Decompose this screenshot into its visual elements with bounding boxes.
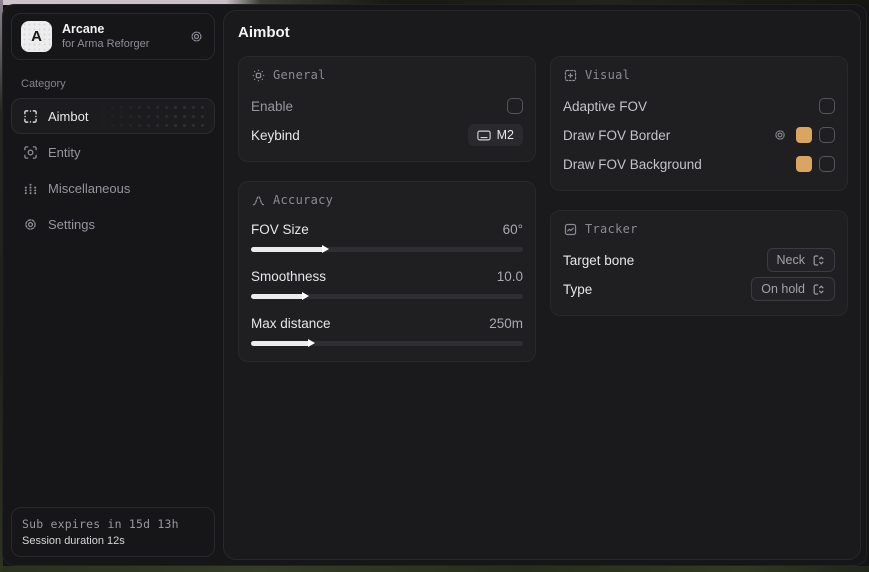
fov-size-label: FOV Size [251, 222, 309, 237]
accuracy-card: Accuracy FOV Size 60° Smoothness [238, 181, 536, 362]
focus-frame-icon [251, 68, 265, 82]
game-background-bottom [0, 566, 869, 572]
profile-gear-icon[interactable] [187, 28, 205, 46]
sidebar-item-label: Miscellaneous [48, 181, 130, 196]
category-label: Category [21, 78, 205, 90]
adaptive-fov-checkbox[interactable] [819, 98, 835, 114]
app-subtitle: for Arma Reforger [62, 37, 177, 51]
dots-grid-icon [22, 180, 38, 196]
adaptive-fov-row: Adaptive FOV [563, 93, 835, 119]
chevron-up-down-icon [812, 254, 825, 267]
sidebar: A Arcane for Arma Reforger Category [3, 5, 223, 565]
session-duration-text: Session duration 12s [22, 535, 204, 547]
draw-fov-background-row: Draw FOV Background [563, 151, 835, 177]
fov-size-slider[interactable] [251, 247, 523, 252]
keybind-value: M2 [497, 128, 514, 142]
page-title: Aimbot [238, 24, 848, 41]
fov-border-color-swatch[interactable] [796, 127, 812, 143]
gear-icon [22, 216, 38, 232]
draw-fov-border-checkbox[interactable] [819, 127, 835, 143]
left-column: General Enable Keybind [238, 56, 536, 362]
profile-text: Arcane for Arma Reforger [62, 22, 177, 51]
tracker-card: Tracker Target bone Neck [550, 210, 848, 316]
type-select[interactable]: On hold [751, 277, 835, 301]
smoothness-value: 10.0 [497, 269, 523, 284]
target-bone-value: Neck [777, 253, 805, 267]
general-card: General Enable Keybind [238, 56, 536, 162]
adaptive-fov-label: Adaptive FOV [563, 99, 647, 114]
smoothness-label: Smoothness [251, 269, 326, 284]
type-value: On hold [761, 282, 805, 296]
app-logo: A [21, 21, 52, 52]
sidebar-item-miscellaneous[interactable]: Miscellaneous [11, 170, 215, 206]
draw-fov-background-checkbox[interactable] [819, 156, 835, 172]
sidebar-item-aimbot[interactable]: Aimbot [11, 98, 215, 134]
max-distance-slider[interactable] [251, 341, 523, 346]
sidebar-item-label: Settings [48, 217, 95, 232]
sidebar-item-settings[interactable]: Settings [11, 206, 215, 242]
visual-card-header: Visual [563, 68, 835, 82]
max-distance-slider-fill [251, 341, 309, 346]
smoothness-slider-fill [251, 294, 303, 299]
sub-expires-text: Sub expires in 15d 13h [22, 517, 204, 531]
general-card-title: General [273, 68, 326, 82]
tracker-card-title: Tracker [585, 222, 638, 236]
bell-curve-icon [251, 193, 265, 207]
fov-size-slider-fill [251, 247, 323, 252]
max-distance-group: Max distance 250m [251, 312, 523, 346]
target-bone-row: Target bone Neck [563, 247, 835, 273]
main-panel: Aimbot General [223, 10, 861, 560]
fov-background-color-swatch[interactable] [796, 156, 812, 172]
profile-card: A Arcane for Arma Reforger [11, 13, 215, 60]
chevron-up-down-icon [812, 283, 825, 296]
enable-label: Enable [251, 99, 293, 114]
sidebar-item-label: Aimbot [48, 109, 88, 124]
type-row: Type On hold [563, 276, 835, 302]
fov-size-group: FOV Size 60° [251, 218, 523, 252]
session-card: Sub expires in 15d 13h Session duration … [11, 507, 215, 557]
keyboard-icon [477, 130, 491, 141]
app-name: Arcane [62, 22, 177, 37]
keybind-row: Keybind M2 [251, 122, 523, 148]
smoothness-group: Smoothness 10.0 [251, 265, 523, 299]
target-bone-label: Target bone [563, 253, 634, 268]
activity-chart-icon [563, 222, 577, 236]
target-bone-select[interactable]: Neck [767, 248, 835, 272]
visual-card-title: Visual [585, 68, 630, 82]
crosshair-icon [22, 108, 38, 124]
tracker-card-header: Tracker [563, 222, 835, 236]
sidebar-item-label: Entity [48, 145, 81, 160]
enable-checkbox[interactable] [507, 98, 523, 114]
max-distance-label: Max distance [251, 316, 331, 331]
draw-fov-background-label: Draw FOV Background [563, 157, 702, 172]
fov-border-settings-gear-icon[interactable] [771, 126, 789, 144]
cards-grid: General Enable Keybind [238, 56, 848, 362]
visual-card: Visual Adaptive FOV Draw FOV Border [550, 56, 848, 191]
keybind-button[interactable]: M2 [468, 124, 523, 146]
sidebar-item-entity[interactable]: Entity [11, 134, 215, 170]
accuracy-card-header: Accuracy [251, 193, 523, 207]
max-distance-value: 250m [489, 316, 523, 331]
right-column: Visual Adaptive FOV Draw FOV Border [550, 56, 848, 362]
draw-fov-border-row: Draw FOV Border [563, 122, 835, 148]
app-window: A Arcane for Arma Reforger Category [2, 4, 867, 566]
accuracy-card-title: Accuracy [273, 193, 333, 207]
enable-row: Enable [251, 93, 523, 119]
category-nav: Aimbot Entity [11, 98, 215, 242]
dashed-frame-plus-icon [563, 68, 577, 82]
type-label: Type [563, 282, 592, 297]
keybind-label: Keybind [251, 128, 300, 143]
fov-size-value: 60° [503, 222, 523, 237]
scan-target-icon [22, 144, 38, 160]
draw-fov-border-label: Draw FOV Border [563, 128, 670, 143]
smoothness-slider[interactable] [251, 294, 523, 299]
general-card-header: General [251, 68, 523, 82]
